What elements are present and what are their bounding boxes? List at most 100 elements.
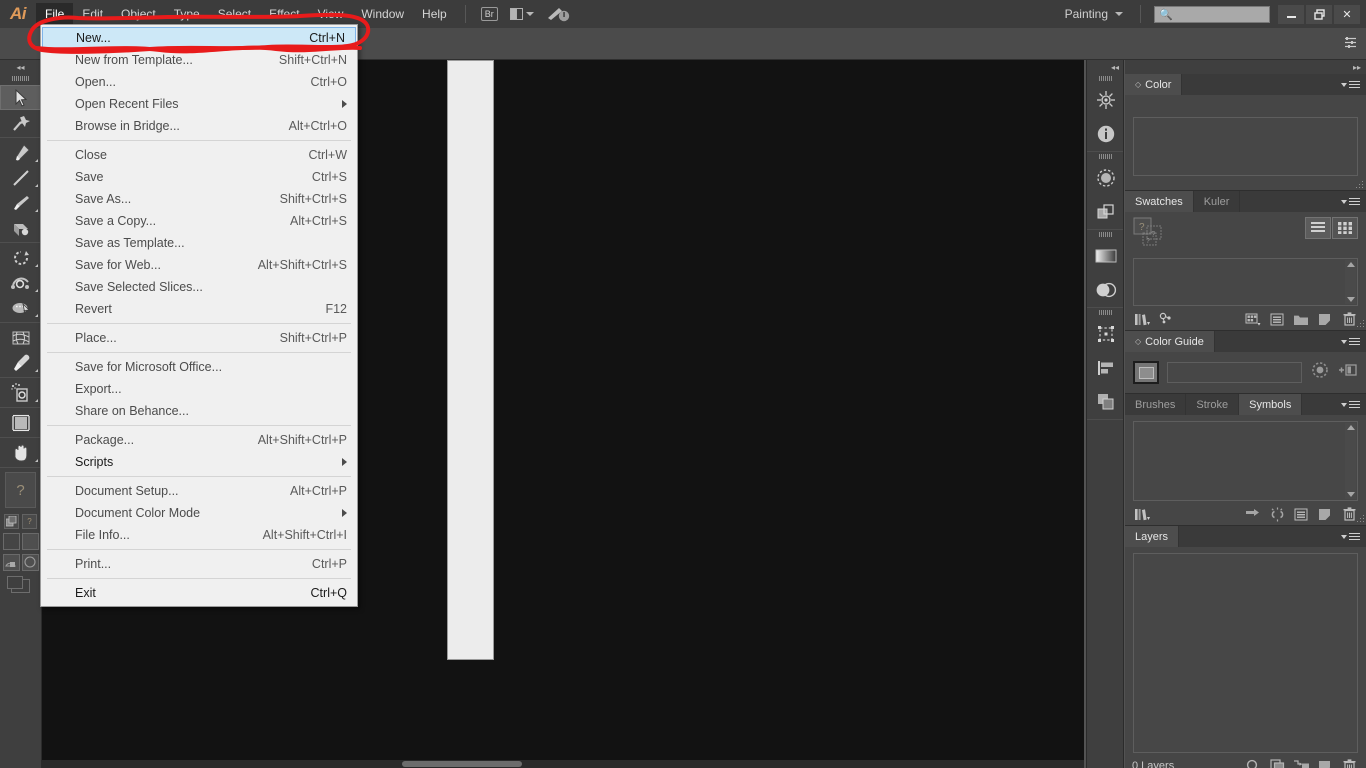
artboard-tool[interactable]	[0, 410, 42, 435]
menu-edit[interactable]: Edit	[73, 3, 112, 25]
selection-tool[interactable]	[0, 85, 42, 110]
mesh-tool[interactable]	[0, 325, 42, 350]
screen-mode-button[interactable]	[0, 573, 41, 595]
swatch-libraries-icon[interactable]	[1132, 310, 1152, 328]
color-panel-menu-button[interactable]	[1341, 74, 1366, 95]
pathfinder-icon[interactable]	[1087, 385, 1125, 419]
restore-button[interactable]	[1306, 4, 1332, 24]
menu-item-open-recent-files[interactable]: Open Recent Files	[41, 93, 357, 115]
color-panel-resize-grip[interactable]	[1355, 180, 1363, 188]
width-tool[interactable]	[0, 270, 42, 295]
close-button[interactable]: ✕	[1334, 4, 1360, 24]
workspace-switcher[interactable]: Painting	[1057, 7, 1131, 21]
swatches-scrollbar[interactable]	[1345, 260, 1356, 304]
scroll-down-arrow-icon[interactable]	[1346, 492, 1355, 497]
menu-window[interactable]: Window	[352, 3, 413, 25]
place-symbol-icon[interactable]	[1243, 505, 1263, 523]
symbol-sprayer-tool[interactable]	[0, 380, 42, 405]
swatch-none-placeholder[interactable]: ? ? ?	[1133, 217, 1168, 254]
color-spectrum-well[interactable]	[1133, 117, 1358, 176]
symbol-libraries-icon[interactable]	[1132, 505, 1152, 523]
line-segment-tool[interactable]	[0, 165, 42, 190]
dock-grip-1[interactable]	[1087, 74, 1123, 83]
panels-collapse-button[interactable]: ▸▸	[1125, 60, 1366, 74]
stroke-indicator[interactable]: ?	[22, 514, 37, 529]
menu-select[interactable]: Select	[209, 3, 260, 25]
symbols-list[interactable]	[1133, 421, 1358, 501]
tab-layers[interactable]: Layers	[1125, 526, 1180, 547]
gradient-icon[interactable]	[1087, 239, 1125, 273]
new-color-group-icon[interactable]	[1243, 310, 1263, 328]
swatches-panel-resize-grip[interactable]	[1356, 319, 1364, 327]
menu-item-open[interactable]: Open... Ctrl+O	[41, 71, 357, 93]
new-swatch-icon[interactable]	[1315, 310, 1335, 328]
symbols-panel-menu-button[interactable]	[1341, 394, 1366, 415]
shape-builder-tool[interactable]	[0, 215, 42, 240]
toolbar-collapse-button[interactable]: ◂◂	[0, 60, 41, 74]
tab-kuler[interactable]: Kuler	[1193, 191, 1241, 212]
gradient-swatch-button[interactable]	[21, 533, 39, 550]
bridge-icon[interactable]: Br	[480, 4, 498, 24]
delete-layer-icon[interactable]	[1339, 757, 1359, 768]
go-to-bridge-power-icon[interactable]	[546, 4, 570, 24]
transparency-icon[interactable]	[1087, 273, 1125, 307]
toolbar-grip[interactable]	[0, 74, 41, 83]
control-panel-menu-icon[interactable]	[1345, 36, 1358, 51]
dock-grip-2[interactable]	[1087, 152, 1123, 161]
search-input[interactable]: 🔍	[1154, 5, 1270, 23]
scrollbar-thumb[interactable]	[402, 761, 522, 767]
menu-item-browse-in-bridge[interactable]: Browse in Bridge... Alt+Ctrl+O	[41, 115, 357, 137]
layers-list[interactable]	[1133, 553, 1358, 753]
draw-behind-button[interactable]	[21, 554, 39, 571]
save-group-icon[interactable]	[1338, 361, 1358, 384]
swatches-panel-menu-button[interactable]	[1341, 191, 1366, 212]
symbols-scrollbar[interactable]	[1345, 423, 1356, 499]
color-guide-panel-menu-button[interactable]	[1341, 331, 1366, 352]
color-swatch-button[interactable]	[2, 533, 20, 550]
minimize-button[interactable]	[1278, 4, 1304, 24]
symbol-options-icon[interactable]	[1291, 505, 1311, 523]
scroll-down-arrow-icon[interactable]	[1346, 297, 1355, 302]
graphic-styles-icon[interactable]	[1087, 195, 1125, 229]
menu-help[interactable]: Help	[413, 3, 456, 25]
file-menu-dropdown[interactable]: New... Ctrl+N New from Template... Shift…	[40, 24, 358, 607]
tab-symbols[interactable]: Symbols	[1239, 394, 1303, 415]
layers-panel-menu-button[interactable]	[1341, 526, 1366, 547]
arrange-documents-icon[interactable]	[509, 4, 534, 24]
pen-tool[interactable]	[0, 140, 42, 165]
list-view-button[interactable]	[1305, 217, 1331, 239]
free-transform-tool[interactable]	[0, 295, 42, 320]
fill-indicator[interactable]	[4, 514, 19, 529]
menu-item-new[interactable]: New... Ctrl+N	[42, 27, 356, 49]
tab-swatches[interactable]: Swatches	[1125, 191, 1194, 212]
menu-item-scripts[interactable]: Scripts	[41, 451, 357, 473]
menu-item-exit[interactable]: Exit Ctrl+Q	[41, 582, 357, 604]
dock-expand-button[interactable]: ◂◂	[1087, 60, 1123, 74]
info-icon[interactable]	[1087, 117, 1125, 151]
create-new-layer-icon[interactable]	[1315, 757, 1335, 768]
menu-object[interactable]: Object	[112, 3, 165, 25]
new-folder-icon[interactable]	[1291, 310, 1311, 328]
tab-color-guide[interactable]: ◇ Color Guide	[1125, 331, 1215, 352]
swatches-list[interactable]	[1133, 258, 1358, 306]
menu-effect[interactable]: Effect	[260, 3, 308, 25]
grid-view-button[interactable]	[1332, 217, 1358, 239]
scroll-up-arrow-icon[interactable]	[1346, 262, 1355, 267]
new-symbol-icon[interactable]	[1315, 505, 1335, 523]
menu-view[interactable]: View	[309, 3, 353, 25]
tab-color[interactable]: ◇ Color	[1125, 74, 1183, 95]
magic-wand-tool[interactable]	[0, 110, 42, 135]
tab-brushes[interactable]: Brushes	[1125, 394, 1187, 415]
dock-grip-3[interactable]	[1087, 230, 1123, 239]
base-color-swatch[interactable]	[1133, 361, 1159, 384]
menu-type[interactable]: Type	[165, 3, 209, 25]
appearance-icon[interactable]	[1087, 161, 1125, 195]
harmony-rules-strip[interactable]	[1167, 362, 1302, 383]
make-clipping-mask-icon[interactable]	[1267, 757, 1287, 768]
menu-file[interactable]: File	[36, 3, 74, 25]
scroll-up-arrow-icon[interactable]	[1346, 425, 1355, 430]
swatch-options-icon[interactable]	[1267, 310, 1287, 328]
draw-normal-button[interactable]	[2, 554, 20, 571]
symbols-panel-resize-grip[interactable]	[1356, 514, 1364, 522]
break-link-icon[interactable]	[1267, 505, 1287, 523]
